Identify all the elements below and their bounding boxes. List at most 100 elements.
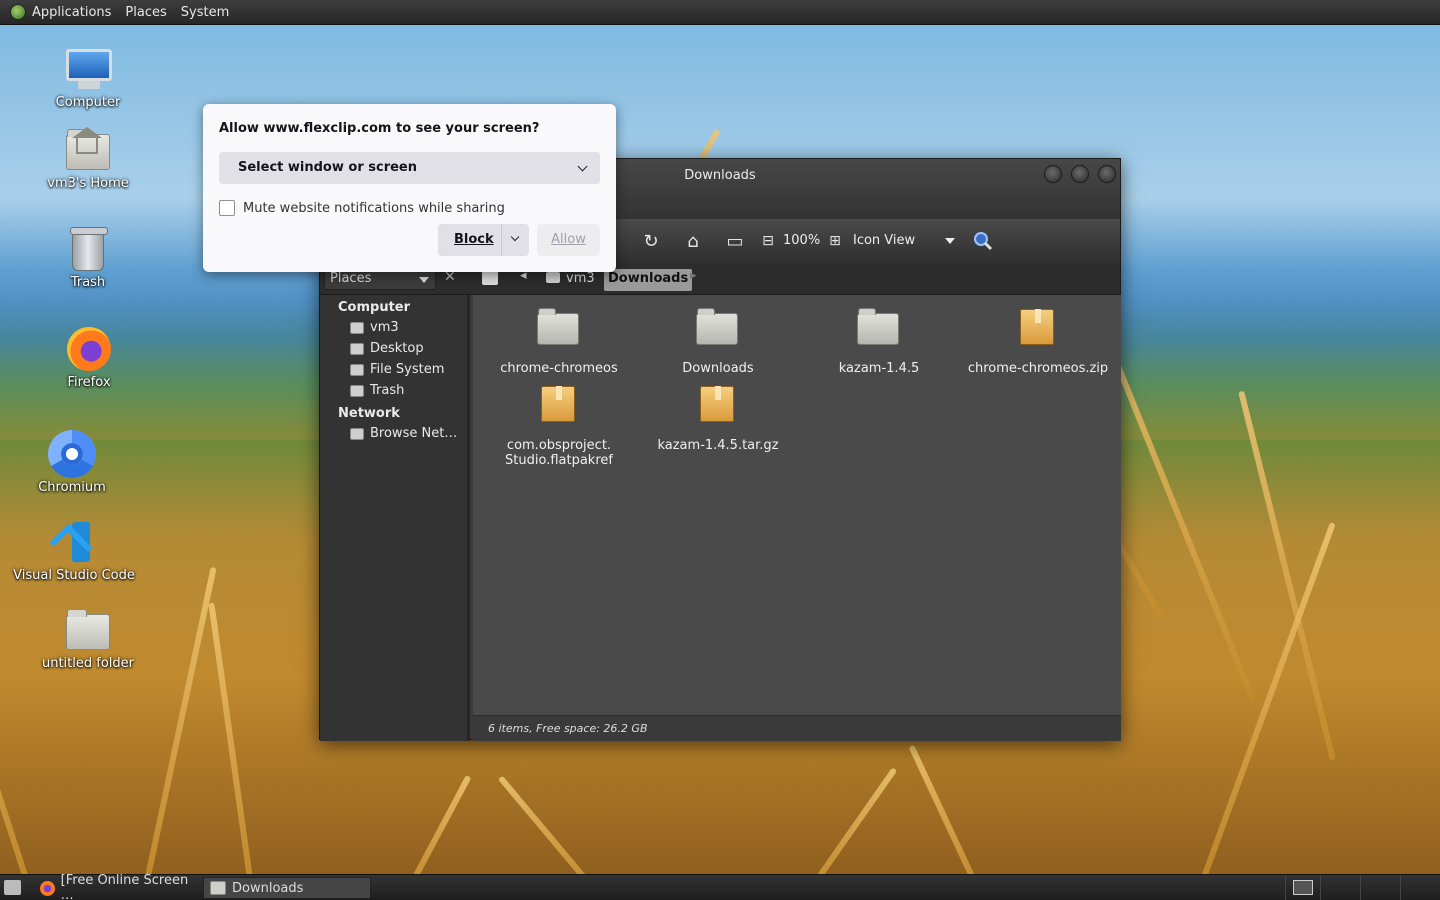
status-bar: 6 items, Free space: 26.2 GB bbox=[473, 715, 1121, 741]
file-name: chrome-chromeos.zip bbox=[967, 361, 1109, 376]
block-button-label: Block bbox=[454, 232, 494, 247]
folder-icon bbox=[537, 307, 581, 347]
firefox-icon bbox=[65, 325, 113, 373]
taskbar-item-downloads[interactable]: Downloads bbox=[203, 877, 371, 899]
trash-icon bbox=[350, 384, 364, 397]
home-icon[interactable]: ⌂ bbox=[682, 230, 704, 252]
sidebar-item-label: Browse Net… bbox=[370, 426, 458, 441]
applications-menu[interactable]: Applications bbox=[10, 4, 111, 20]
zoom-in-icon[interactable]: ⊞ bbox=[824, 230, 846, 252]
network-icon bbox=[350, 427, 364, 440]
sidebar-item-trash[interactable]: Trash bbox=[320, 380, 467, 401]
select-label: Select window or screen bbox=[238, 160, 418, 175]
file-name: Downloads bbox=[682, 361, 754, 376]
file-item[interactable]: kazam-1.4.5.tar.gz bbox=[638, 384, 798, 453]
desktop-icon-untitled-folder[interactable]: untitled folder bbox=[28, 606, 148, 671]
file-item[interactable]: chrome-chromeos bbox=[479, 307, 639, 376]
chromium-icon bbox=[48, 430, 96, 478]
desktop-icon-label: Visual Studio Code bbox=[13, 568, 135, 583]
system-menu-label: System bbox=[180, 4, 230, 20]
allow-button[interactable]: Allow bbox=[537, 224, 600, 256]
reload-icon[interactable]: ↻ bbox=[640, 230, 662, 252]
mute-notifications-option[interactable]: Mute website notifications while sharing bbox=[219, 200, 505, 216]
desktop-icon-trash[interactable]: Trash bbox=[28, 225, 148, 290]
workspace-switcher-1[interactable] bbox=[1293, 880, 1313, 895]
system-menu[interactable]: System bbox=[181, 5, 229, 20]
desktop-icon bbox=[350, 342, 364, 355]
sidebar-item-label: File System bbox=[370, 362, 445, 377]
desktop-icon-label: vm3's Home bbox=[47, 176, 129, 191]
mute-notifications-checkbox[interactable] bbox=[219, 200, 235, 216]
sidebar-heading-computer: Computer bbox=[338, 300, 411, 315]
view-mode-select[interactable]: Icon View bbox=[853, 233, 963, 248]
sidebar-item-browse-network[interactable]: Browse Net… bbox=[320, 423, 467, 444]
close-button[interactable] bbox=[1098, 165, 1116, 183]
desktop-icon-label: Chromium bbox=[38, 480, 106, 495]
zoom-out-icon[interactable]: ⊟ bbox=[757, 230, 779, 252]
folder-icon bbox=[64, 606, 112, 654]
taskbar-item-browser[interactable]: [Free Online Screen … bbox=[34, 873, 202, 900]
sidebar-item-label: vm3 bbox=[370, 320, 399, 335]
sidebar-item-label: Trash bbox=[370, 383, 405, 398]
firefox-icon bbox=[40, 880, 55, 896]
desktop-icon-vscode[interactable]: Visual Studio Code bbox=[13, 518, 135, 583]
file-item[interactable]: kazam-1.4.5 bbox=[799, 307, 959, 376]
chevron-down-icon bbox=[577, 161, 588, 172]
applications-icon bbox=[10, 4, 26, 20]
mute-notifications-label: Mute website notifications while sharing bbox=[243, 200, 505, 216]
computer-icon[interactable]: ▭ bbox=[724, 230, 746, 252]
places-dropdown-label: Places bbox=[330, 271, 372, 286]
search-icon[interactable] bbox=[972, 230, 994, 252]
bottom-panel: [Free Online Screen … Downloads bbox=[0, 873, 1440, 900]
desktop-icon-firefox[interactable]: Firefox bbox=[29, 325, 149, 390]
button-divider bbox=[501, 224, 502, 256]
minimize-button[interactable] bbox=[1044, 165, 1062, 183]
trash-icon bbox=[64, 225, 112, 273]
places-sidebar: Computer vm3 Desktop File System Trash N… bbox=[320, 295, 470, 741]
sidebar-heading-network: Network bbox=[338, 406, 400, 421]
file-view[interactable]: chrome-chromeos Downloads kazam-1.4.5 ch… bbox=[473, 295, 1121, 715]
package-icon bbox=[696, 384, 740, 424]
panel-separator bbox=[1320, 875, 1321, 900]
panel-separator bbox=[1400, 875, 1401, 900]
folder-icon bbox=[210, 881, 226, 895]
places-menu[interactable]: Places bbox=[125, 5, 166, 20]
file-item[interactable]: Downloads bbox=[638, 307, 798, 376]
top-panel: Applications Places System bbox=[0, 0, 1440, 25]
sidebar-item-desktop[interactable]: Desktop bbox=[320, 338, 467, 359]
places-menu-label: Places bbox=[125, 4, 167, 20]
drive-icon bbox=[350, 363, 364, 376]
window-or-screen-select[interactable]: Select window or screen bbox=[219, 152, 600, 184]
breadcrumb-label: Downloads bbox=[608, 271, 689, 286]
home-icon bbox=[350, 321, 364, 334]
chevron-down-icon bbox=[419, 277, 429, 283]
zoom-level: 100% bbox=[783, 233, 821, 248]
folder-icon bbox=[696, 307, 740, 347]
sidebar-item-vm3[interactable]: vm3 bbox=[320, 317, 467, 338]
desktop-icon-computer[interactable]: Computer bbox=[28, 45, 148, 110]
desktop-icon-label: Firefox bbox=[67, 375, 111, 390]
file-name: chrome-chromeos bbox=[500, 361, 618, 376]
home-icon bbox=[546, 272, 560, 283]
desktop-icon-chromium[interactable]: Chromium bbox=[12, 430, 132, 495]
forward-arrow-icon[interactable]: ▸ bbox=[690, 268, 697, 283]
chevron-down-icon[interactable] bbox=[510, 232, 520, 242]
taskbar-item-label: [Free Online Screen … bbox=[60, 873, 189, 900]
file-name-line2: Studio.flatpakref bbox=[505, 453, 613, 468]
maximize-button[interactable] bbox=[1071, 165, 1089, 183]
view-mode-label: Icon View bbox=[853, 233, 916, 248]
desktop-icon-label: Computer bbox=[55, 95, 121, 110]
breadcrumb-downloads[interactable]: Downloads bbox=[604, 269, 693, 291]
sidebar-item-file-system[interactable]: File System bbox=[320, 359, 467, 380]
file-item[interactable]: com.obsproject. Studio.flatpakref bbox=[479, 384, 639, 468]
show-desktop-icon[interactable] bbox=[4, 880, 21, 895]
file-item[interactable]: chrome-chromeos.zip bbox=[958, 307, 1118, 376]
taskbar-item-label: Downloads bbox=[232, 880, 304, 896]
block-button[interactable]: Block bbox=[438, 224, 529, 256]
screen-share-permission-dialog: Allow www.flexclip.com to see your scree… bbox=[203, 104, 616, 272]
panel-separator bbox=[1285, 875, 1286, 900]
package-icon bbox=[537, 384, 581, 424]
chevron-down-icon bbox=[945, 238, 955, 244]
breadcrumb-vm3[interactable]: vm3 bbox=[542, 269, 599, 291]
desktop-icon-home[interactable]: vm3's Home bbox=[28, 126, 148, 191]
